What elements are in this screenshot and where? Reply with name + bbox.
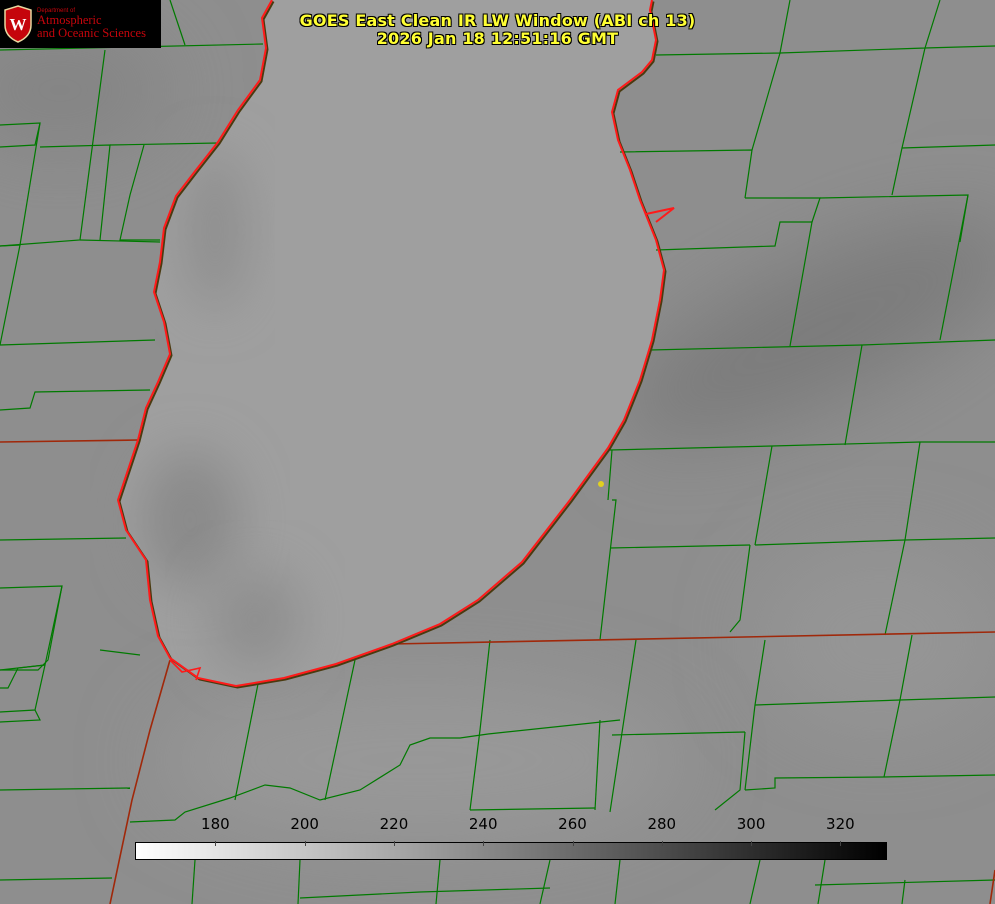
colorbar-tick-mark: [215, 841, 217, 846]
colorbar-tick-label: 300: [736, 815, 766, 833]
lake-cold-patch: [210, 570, 300, 670]
colorbar-tick-label: 220: [379, 815, 409, 833]
colorbar-tick-mark: [304, 841, 306, 846]
colorbar-tick-label: 260: [558, 815, 587, 833]
cloud-texture-light: [760, 550, 995, 730]
image-title: GOES East Clean IR LW Window (ABI ch 13): [299, 11, 696, 30]
colorbar-tick-mark: [751, 841, 753, 846]
colorbar-tick-label: 280: [647, 815, 677, 833]
location-marker: [598, 481, 604, 487]
colorbar-tick-mark: [572, 841, 574, 846]
image-timestamp: 2026 Jan 18 12:51:16 GMT: [376, 29, 619, 48]
colorbar-tick-label: 200: [290, 815, 319, 833]
ir-satellite-map: [0, 0, 995, 904]
colorbar-tick-mark: [840, 841, 842, 846]
temperature-colorbar: 180 200 220 240 260 280 300 320: [135, 810, 887, 860]
colorbar-tick-label: 320: [826, 815, 855, 833]
colorbar-tick-label: 180: [201, 815, 230, 833]
colorbar-tick-mark: [483, 841, 485, 846]
colorbar-tick-mark: [393, 841, 395, 846]
lake-cold-patch: [140, 450, 240, 590]
colorbar-tick-label: 240: [468, 815, 498, 833]
colorbar-tick-mark: [661, 841, 663, 846]
satellite-image-view: W Department of Atmospheric and Oceanic …: [0, 0, 995, 904]
colorbar-gradient: [135, 842, 887, 860]
